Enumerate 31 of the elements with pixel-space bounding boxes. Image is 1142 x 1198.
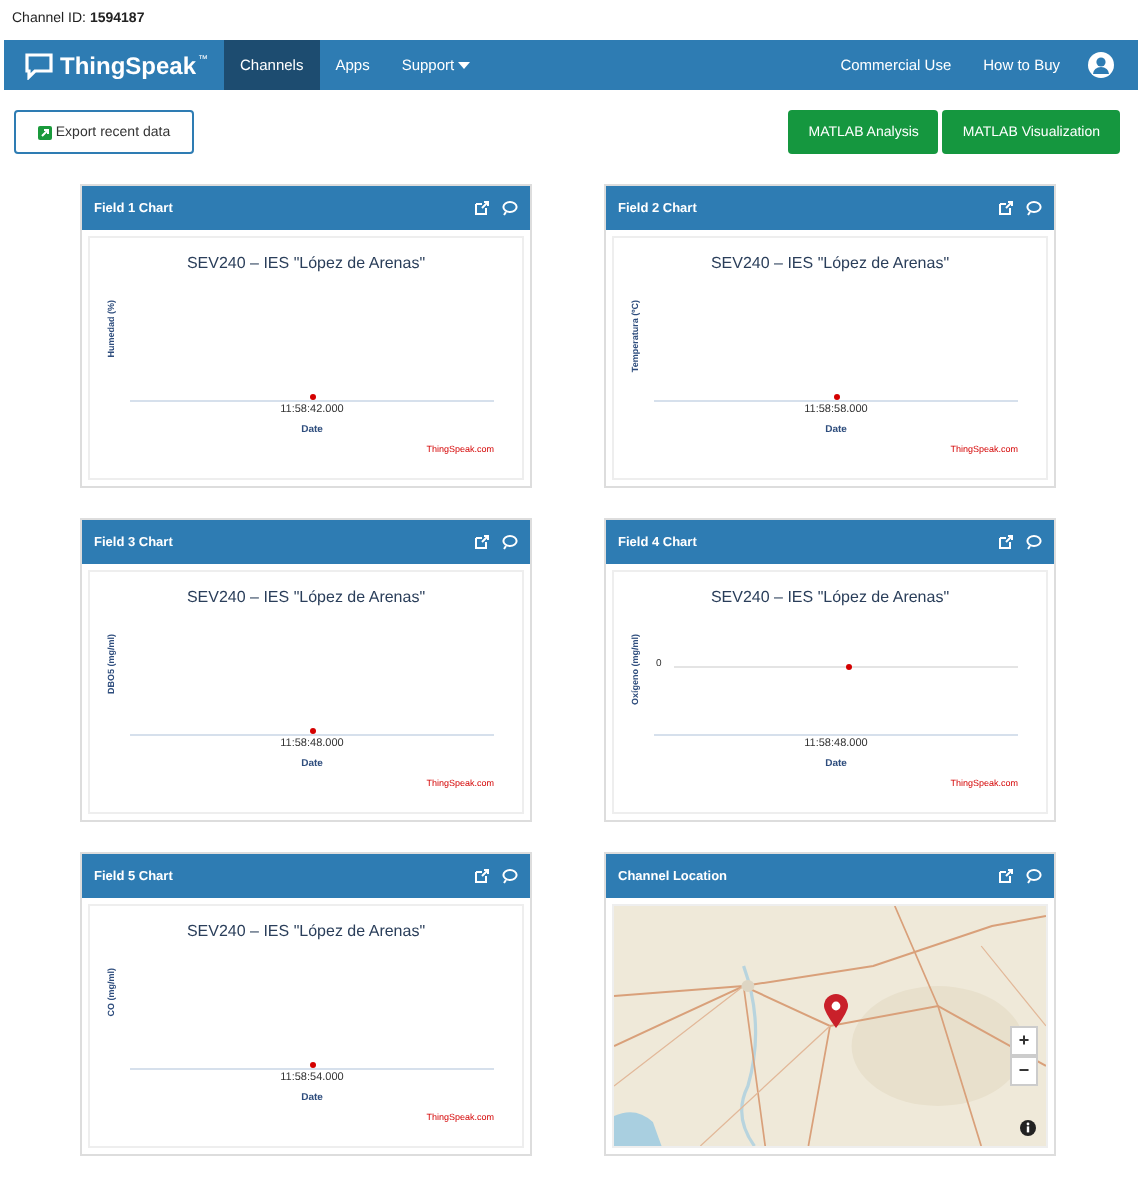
chart-title: SEV240 – IES "López de Arenas" [708, 588, 952, 606]
chat-bubble-icon [24, 51, 54, 79]
comment-icon[interactable] [502, 200, 518, 216]
comment-icon[interactable] [1026, 868, 1042, 884]
chart-title: SEV240 – IES "López de Arenas" [184, 254, 428, 272]
comment-icon[interactable] [1026, 200, 1042, 216]
data-point [846, 664, 852, 670]
data-point [833, 394, 839, 400]
external-link-icon[interactable] [474, 200, 490, 216]
data-point [309, 1062, 315, 1068]
comment-icon[interactable] [1026, 534, 1042, 550]
chart-title: SEV240 – IES "López de Arenas" [708, 254, 952, 272]
data-point [309, 394, 315, 400]
user-avatar-icon[interactable] [1088, 52, 1114, 78]
zoom-in-button[interactable]: + [1010, 1026, 1038, 1056]
caret-icon [458, 61, 471, 69]
comment-icon[interactable] [502, 534, 518, 550]
external-link-icon[interactable] [998, 534, 1014, 550]
info-icon[interactable] [1020, 1120, 1036, 1136]
data-point [309, 728, 315, 734]
external-link-icon[interactable] [474, 534, 490, 550]
chart-title: SEV240 – IES "López de Arenas" [184, 588, 428, 606]
chart-title: SEV240 – IES "López de Arenas" [184, 922, 428, 940]
external-link-icon[interactable] [998, 868, 1014, 884]
logo-text[interactable]: ThingSpeak [60, 51, 197, 79]
zoom-out-button[interactable]: − [1010, 1056, 1038, 1086]
map-pin-icon [824, 994, 848, 1028]
external-link-icon[interactable] [474, 868, 490, 884]
external-link-icon[interactable] [998, 200, 1014, 216]
comment-icon[interactable] [502, 868, 518, 884]
export-icon [37, 125, 52, 139]
